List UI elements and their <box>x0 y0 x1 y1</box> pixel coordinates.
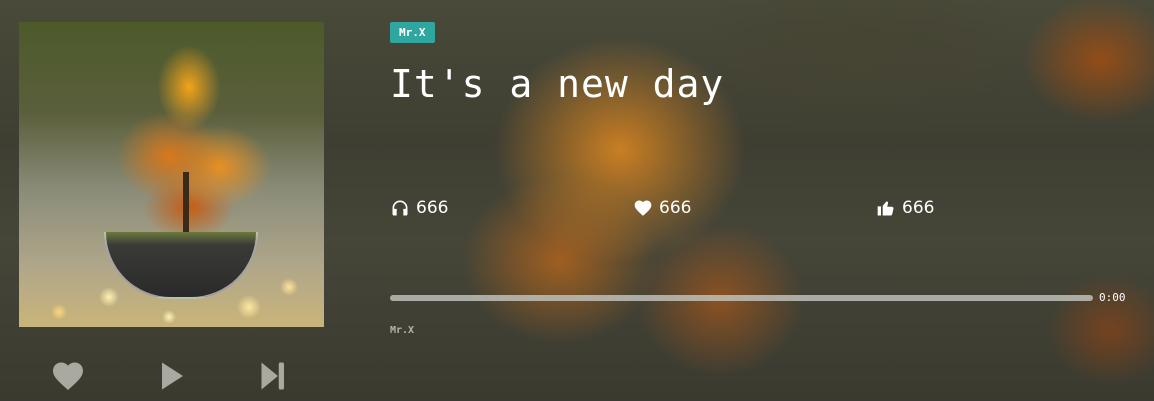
progress-bar[interactable] <box>390 295 1093 301</box>
play-button[interactable] <box>153 358 189 394</box>
listen-count-value: 666 <box>416 198 449 218</box>
listen-count: 666 <box>390 196 448 220</box>
favorite-count: 666 <box>633 196 691 220</box>
like-count-value: 666 <box>902 198 935 218</box>
thumbs-up-icon <box>877 201 894 216</box>
album-cover <box>19 22 324 327</box>
artist-tag[interactable]: Mr.X <box>390 22 435 43</box>
skip-next-icon <box>261 362 284 390</box>
track-title: It's a new day <box>390 62 725 106</box>
cover-tree-foliage <box>99 37 279 237</box>
like-count: 666 <box>876 196 934 220</box>
heart-icon <box>53 362 83 391</box>
play-icon <box>162 362 183 390</box>
heart-icon <box>634 200 652 216</box>
headphones-icon <box>392 200 408 216</box>
cover-bokeh-lights <box>19 267 324 327</box>
playback-controls <box>50 358 300 394</box>
playback-time: 0:00 <box>1099 291 1126 304</box>
artist-caption: Mr.X <box>390 325 415 336</box>
next-button[interactable] <box>254 358 290 394</box>
favorite-count-value: 666 <box>659 198 692 218</box>
favorite-button[interactable] <box>50 358 86 394</box>
